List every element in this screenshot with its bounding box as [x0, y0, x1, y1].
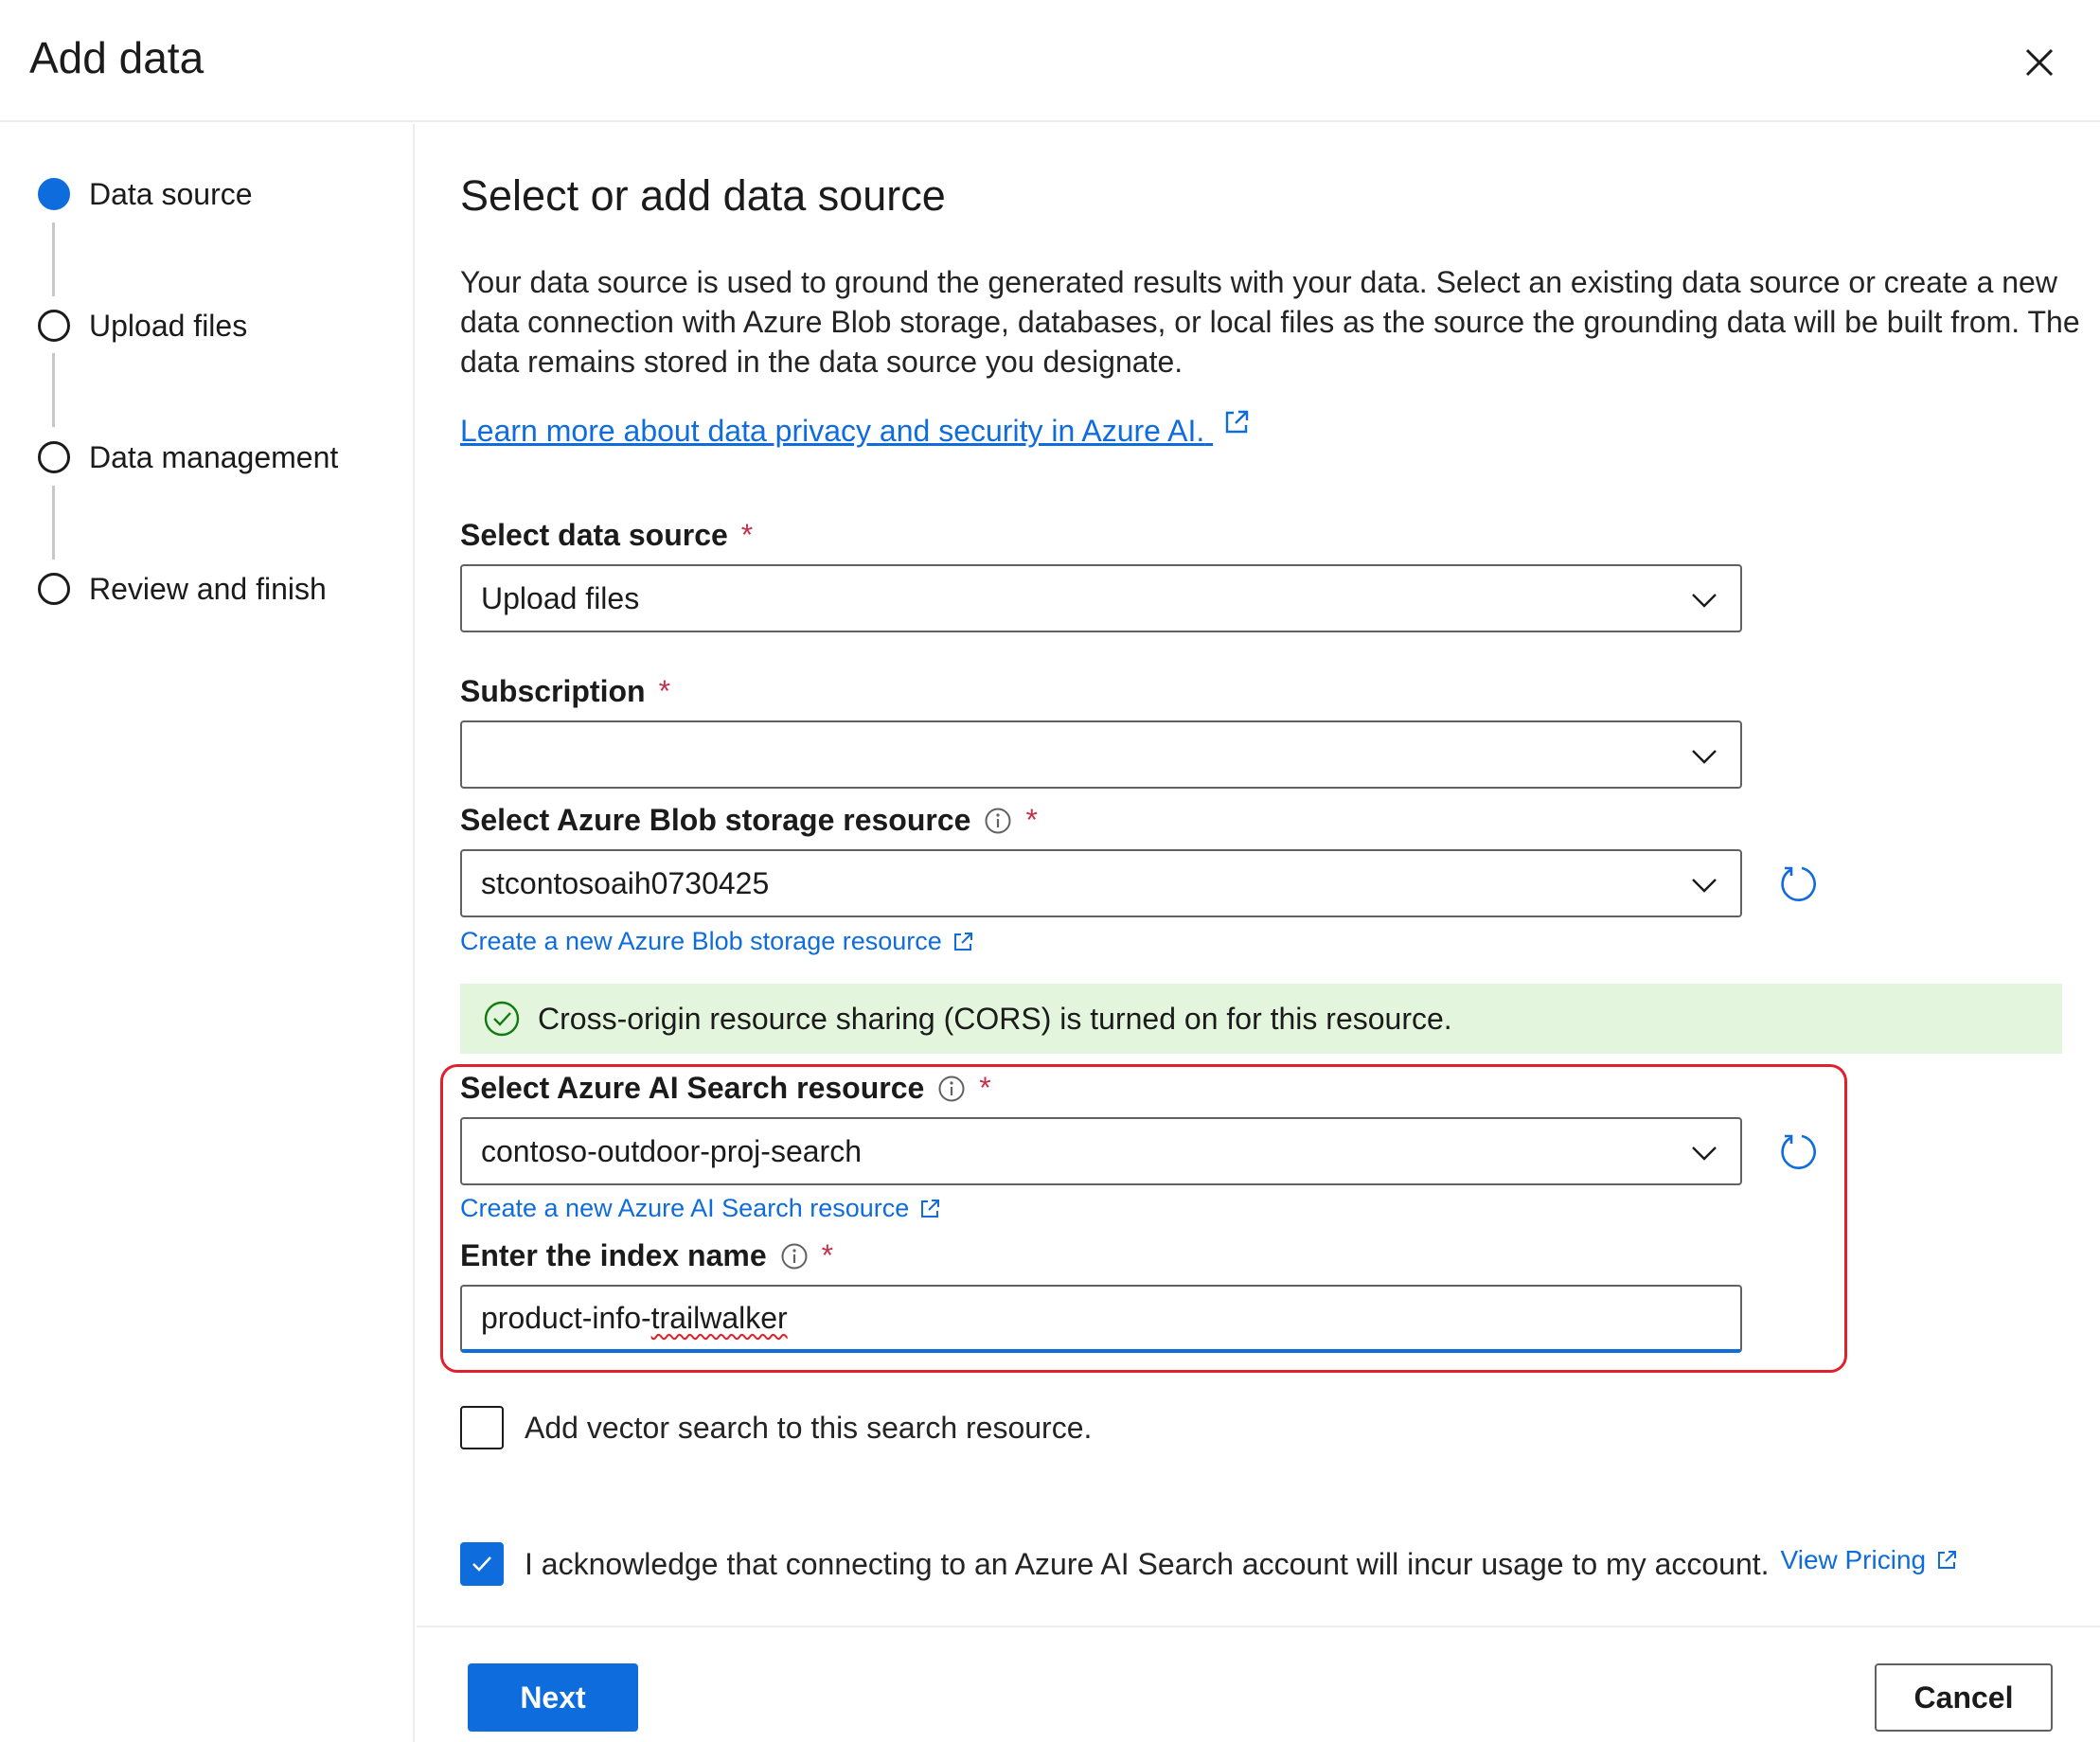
blob-storage-label: Select Azure Blob storage resource *	[460, 803, 1038, 838]
data-source-dropdown[interactable]: Upload files	[460, 564, 1742, 632]
wizard-stepper: Data source Upload files Data management…	[0, 124, 415, 1742]
acknowledge-label: I acknowledge that connecting to an Azur…	[525, 1546, 1770, 1581]
step-data-source[interactable]: Data source	[38, 166, 253, 222]
search-resource-label: Select Azure AI Search resource *	[460, 1071, 991, 1106]
vector-search-option[interactable]: Add vector search to this search resourc…	[460, 1406, 1092, 1449]
acknowledge-checkbox[interactable]	[460, 1542, 504, 1586]
step-indicator	[38, 310, 70, 342]
step-indicator	[38, 441, 70, 473]
acknowledge-option[interactable]: I acknowledge that connecting to an Azur…	[460, 1542, 1958, 1586]
chevron-down-icon	[1692, 1147, 1717, 1161]
step-data-management[interactable]: Data management	[38, 429, 338, 486]
refresh-icon	[1781, 866, 1816, 901]
subscription-dropdown[interactable]	[460, 720, 1742, 789]
required-mark: *	[740, 518, 754, 552]
subscription-label: Subscription *	[460, 674, 670, 709]
dialog-header: Add data	[0, 0, 2100, 122]
index-name-value: product-info-	[481, 1300, 651, 1335]
index-name-input[interactable]: product-info-trailwalker	[460, 1285, 1742, 1353]
step-connector	[52, 486, 55, 560]
required-mark: *	[821, 1238, 834, 1272]
step-connector	[52, 222, 55, 296]
info-icon[interactable]	[937, 1075, 966, 1103]
step-review-and-finish[interactable]: Review and finish	[38, 560, 327, 617]
description-text: Your data source is used to ground the g…	[460, 265, 2080, 379]
main-panel: Select or add data source Your data sour…	[417, 124, 2100, 1742]
vector-search-checkbox[interactable]	[460, 1406, 504, 1449]
search-resource-label-text: Select Azure AI Search resource	[460, 1071, 925, 1105]
data-source-label: Select data source *	[460, 518, 753, 553]
learn-more-link[interactable]: Learn more about data privacy and securi…	[460, 410, 1251, 449]
cors-success-message: Cross-origin resource sharing (CORS) is …	[460, 984, 2062, 1054]
checkmark-circle-icon	[484, 1001, 520, 1037]
search-resource-value: contoso-outdoor-proj-search	[481, 1133, 862, 1168]
step-label: Upload files	[89, 308, 248, 343]
info-icon[interactable]	[780, 1242, 809, 1271]
close-icon	[2025, 48, 2054, 77]
view-pricing-link[interactable]: View Pricing	[1781, 1545, 1959, 1575]
step-label: Data source	[89, 176, 253, 211]
step-indicator	[38, 573, 70, 605]
subscription-label-text: Subscription	[460, 674, 646, 708]
data-source-label-text: Select data source	[460, 518, 728, 552]
create-search-link[interactable]: Create a new Azure AI Search resource	[460, 1194, 941, 1223]
required-mark: *	[658, 674, 671, 708]
search-resource-dropdown[interactable]: contoso-outdoor-proj-search	[460, 1117, 1742, 1185]
step-label: Review and finish	[89, 571, 327, 606]
checkmark-icon	[472, 1556, 491, 1572]
learn-more-link-text: Learn more about data privacy and securi…	[460, 414, 1205, 448]
step-upload-files[interactable]: Upload files	[38, 297, 247, 354]
refresh-blob-button[interactable]	[1777, 862, 1819, 904]
spellcheck-word: trailwalker	[650, 1300, 788, 1335]
cancel-button[interactable]: Cancel	[1875, 1663, 2053, 1732]
create-blob-link-text: Create a new Azure Blob storage resource	[460, 927, 942, 955]
next-button[interactable]: Next	[468, 1663, 638, 1732]
index-name-label: Enter the index name *	[460, 1238, 833, 1273]
refresh-icon	[1781, 1134, 1816, 1169]
dialog-title: Add data	[29, 33, 205, 82]
blob-storage-value: stcontosoaih0730425	[481, 865, 770, 900]
vector-search-label: Add vector search to this search resourc…	[525, 1410, 1093, 1445]
view-pricing-link-text: View Pricing	[1780, 1545, 1927, 1574]
refresh-search-button[interactable]	[1777, 1130, 1819, 1172]
close-button[interactable]	[2015, 38, 2064, 87]
external-link-icon	[921, 1199, 940, 1218]
footer-divider	[417, 1626, 2100, 1627]
index-name-label-text: Enter the index name	[460, 1238, 767, 1272]
page-title: Select or add data source	[460, 171, 946, 220]
step-label: Data management	[89, 439, 339, 474]
step-indicator-active	[38, 178, 70, 210]
blob-storage-dropdown[interactable]: stcontosoaih0730425	[460, 849, 1742, 917]
chevron-down-icon	[1692, 594, 1717, 608]
create-blob-link[interactable]: Create a new Azure Blob storage resource	[460, 927, 974, 956]
chevron-down-icon	[1692, 750, 1717, 764]
blob-storage-label-text: Select Azure Blob storage resource	[460, 803, 971, 837]
external-link-icon	[1225, 410, 1249, 434]
required-mark: *	[979, 1071, 991, 1105]
info-icon[interactable]	[984, 807, 1012, 835]
data-source-value: Upload files	[481, 580, 640, 615]
external-link-icon	[953, 932, 972, 951]
create-search-link-text: Create a new Azure AI Search resource	[460, 1194, 910, 1222]
step-connector	[52, 353, 55, 427]
external-link-icon	[1938, 1551, 1957, 1569]
cors-message-text: Cross-origin resource sharing (CORS) is …	[538, 1001, 1452, 1036]
chevron-down-icon	[1692, 879, 1717, 893]
required-mark: *	[1025, 803, 1038, 837]
